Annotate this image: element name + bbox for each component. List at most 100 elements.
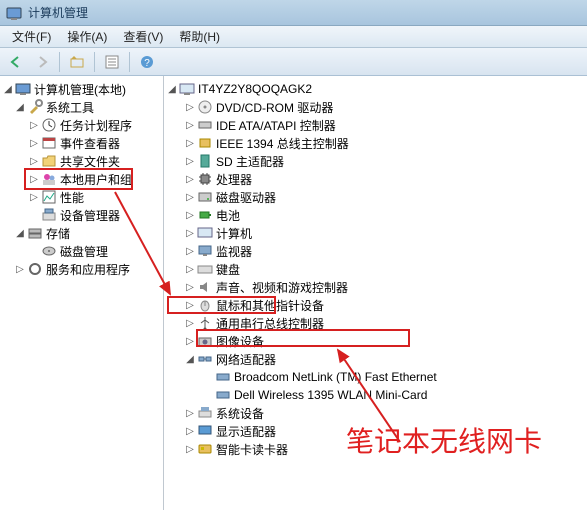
expand-icon[interactable]: ▷ <box>184 263 196 275</box>
tree-label: 任务计划程序 <box>60 117 132 134</box>
smartcard-icon <box>197 441 213 457</box>
tree-label: 键盘 <box>216 261 240 278</box>
dev-smartcard[interactable]: ▷智能卡读卡器 <box>164 440 587 458</box>
dev-network[interactable]: ◢网络适配器 <box>164 350 587 368</box>
menu-action[interactable]: 操作(A) <box>59 26 115 47</box>
tree-label: Dell Wireless 1395 WLAN Mini-Card <box>234 388 427 402</box>
expand-icon[interactable]: ▷ <box>184 425 196 437</box>
expand-icon[interactable]: ▷ <box>184 299 196 311</box>
disk-icon <box>41 243 57 259</box>
expand-icon[interactable]: ▷ <box>184 317 196 329</box>
network-icon <box>197 351 213 367</box>
expand-icon[interactable]: ▷ <box>184 407 196 419</box>
dev-imaging[interactable]: ▷图像设备 <box>164 332 587 350</box>
tree-services[interactable]: ▷ 服务和应用程序 <box>0 260 163 278</box>
window-title: 计算机管理 <box>28 4 88 21</box>
dev-monitor[interactable]: ▷监视器 <box>164 242 587 260</box>
dev-sound[interactable]: ▷ 声音、视频和游戏控制器 <box>164 278 587 296</box>
no-twist <box>28 209 40 221</box>
expand-icon[interactable]: ▷ <box>184 155 196 167</box>
forward-button[interactable] <box>30 50 54 74</box>
tree-storage[interactable]: ◢ 存储 <box>0 224 163 242</box>
tree-root[interactable]: ◢ 计算机管理(本地) <box>0 80 163 98</box>
tree-device-manager[interactable]: 设备管理器 <box>0 206 163 224</box>
dev-1394[interactable]: ▷ IEEE 1394 总线主控制器 <box>164 134 587 152</box>
back-button[interactable] <box>4 50 28 74</box>
toolbar-separator <box>59 52 60 72</box>
expand-icon[interactable]: ▷ <box>184 173 196 185</box>
dev-cpu[interactable]: ▷处理器 <box>164 170 587 188</box>
expand-icon[interactable]: ▷ <box>184 101 196 113</box>
tools-icon <box>27 99 43 115</box>
toolbar-separator <box>94 52 95 72</box>
toolbar-separator <box>129 52 130 72</box>
expand-icon[interactable]: ▷ <box>28 191 40 203</box>
dev-ide[interactable]: ▷IDE ATA/ATAPI 控制器 <box>164 116 587 134</box>
expand-icon[interactable]: ▷ <box>28 119 40 131</box>
expand-icon[interactable]: ▷ <box>28 155 40 167</box>
menu-file[interactable]: 文件(F) <box>4 26 59 47</box>
tree-label: 声音、视频和游戏控制器 <box>216 279 348 296</box>
dev-computer[interactable]: ▷计算机 <box>164 224 587 242</box>
expand-icon[interactable]: ▷ <box>14 263 26 275</box>
dev-disk[interactable]: ▷ 磁盘驱动器 <box>164 188 587 206</box>
expand-icon[interactable]: ▷ <box>28 173 40 185</box>
expand-icon[interactable]: ▷ <box>184 281 196 293</box>
ide-icon <box>197 117 213 133</box>
sd-icon <box>197 153 213 169</box>
tree-label: 共享文件夹 <box>60 153 120 170</box>
menubar: 文件(F) 操作(A) 查看(V) 帮助(H) <box>0 26 587 48</box>
dev-sd[interactable]: ▷SD 主适配器 <box>164 152 587 170</box>
clock-icon <box>41 117 57 133</box>
no-twist <box>202 371 214 383</box>
expand-icon[interactable]: ▷ <box>184 191 196 203</box>
expand-icon[interactable]: ▷ <box>28 137 40 149</box>
tree-task-scheduler[interactable]: ▷ 任务计划程序 <box>0 116 163 134</box>
wifi-icon <box>215 387 231 403</box>
dev-dvd[interactable]: ▷DVD/CD-ROM 驱动器 <box>164 98 587 116</box>
keyboard-icon <box>197 261 213 277</box>
tree-shared-folders[interactable]: ▷ 共享文件夹 <box>0 152 163 170</box>
collapse-icon[interactable]: ◢ <box>166 83 178 95</box>
dev-display[interactable]: ▷显示适配器 <box>164 422 587 440</box>
dev-mouse[interactable]: ▷鼠标和其他指针设备 <box>164 296 587 314</box>
up-button[interactable] <box>65 50 89 74</box>
menu-view[interactable]: 查看(V) <box>115 26 171 47</box>
properties-button[interactable] <box>100 50 124 74</box>
tree-disk-mgmt[interactable]: 磁盘管理 <box>0 242 163 260</box>
expand-icon[interactable]: ▷ <box>184 119 196 131</box>
computer-mgmt-icon <box>15 81 31 97</box>
collapse-icon[interactable]: ◢ <box>14 101 26 113</box>
tree-label: IEEE 1394 总线主控制器 <box>216 135 349 152</box>
tree-label: 磁盘驱动器 <box>216 189 276 206</box>
tree-label: 性能 <box>60 189 84 206</box>
expand-icon[interactable]: ▷ <box>184 443 196 455</box>
battery-icon <box>197 207 213 223</box>
dev-root[interactable]: ◢ IT4YZ2Y8QOQAGK2 <box>164 80 587 98</box>
dev-nic1[interactable]: Broadcom NetLink (TM) Fast Ethernet <box>164 368 587 386</box>
expand-icon[interactable]: ▷ <box>184 209 196 221</box>
tree-label: Broadcom NetLink (TM) Fast Ethernet <box>234 370 437 384</box>
firewire-icon <box>197 135 213 151</box>
expand-icon[interactable]: ▷ <box>184 227 196 239</box>
tree-label: 本地用户和组 <box>60 171 132 188</box>
usb-icon <box>197 315 213 331</box>
tree-local-users[interactable]: ▷ 本地用户和组 <box>0 170 163 188</box>
services-icon <box>27 261 43 277</box>
tree-system-tools[interactable]: ◢ 系统工具 <box>0 98 163 116</box>
tree-performance[interactable]: ▷ 性能 <box>0 188 163 206</box>
dev-nic2[interactable]: Dell Wireless 1395 WLAN Mini-Card <box>164 386 587 404</box>
dev-usb[interactable]: ▷通用串行总线控制器 <box>164 314 587 332</box>
tree-event-viewer[interactable]: ▷ 事件查看器 <box>0 134 163 152</box>
expand-icon[interactable]: ▷ <box>184 245 196 257</box>
expand-icon[interactable]: ▷ <box>184 137 196 149</box>
help-button[interactable]: ? <box>135 50 159 74</box>
dev-system[interactable]: ▷系统设备 <box>164 404 587 422</box>
dev-keyboard[interactable]: ▷ 键盘 <box>164 260 587 278</box>
dev-battery[interactable]: ▷电池 <box>164 206 587 224</box>
expand-icon[interactable]: ▷ <box>184 335 196 347</box>
menu-help[interactable]: 帮助(H) <box>171 26 228 47</box>
collapse-icon[interactable]: ◢ <box>2 83 14 95</box>
collapse-icon[interactable]: ◢ <box>184 353 196 365</box>
collapse-icon[interactable]: ◢ <box>14 227 26 239</box>
